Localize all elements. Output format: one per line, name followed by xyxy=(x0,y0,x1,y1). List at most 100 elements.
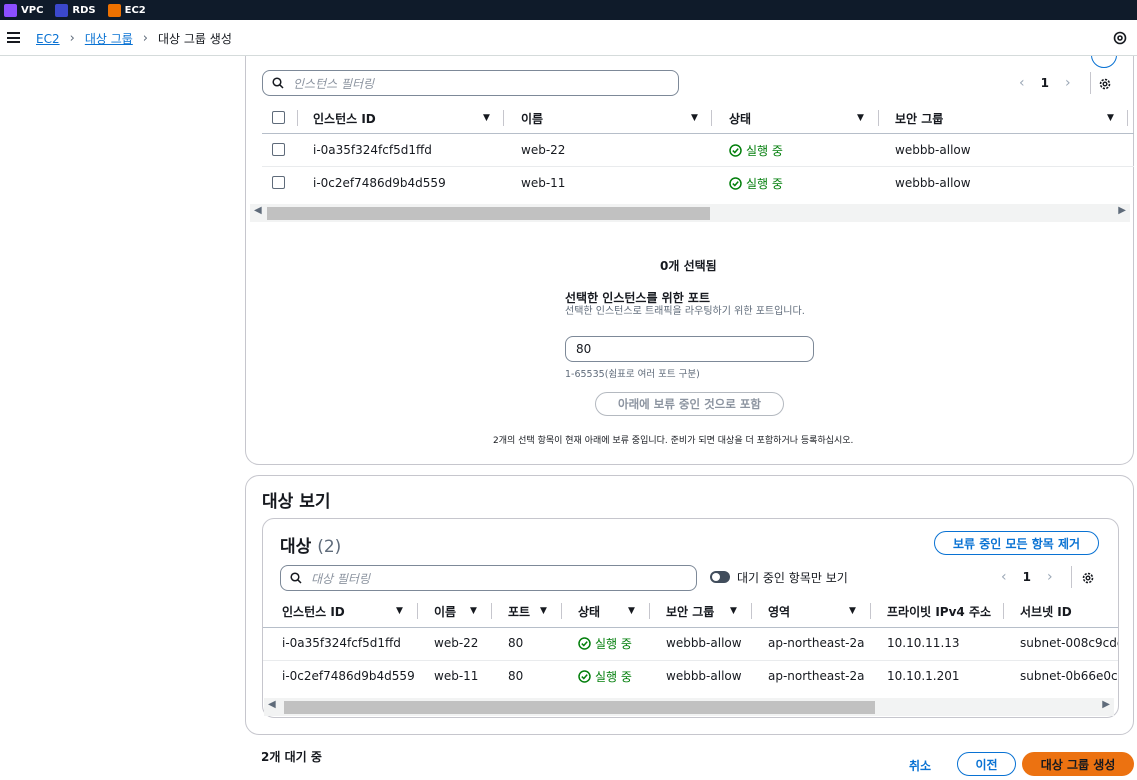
pending-only-toggle[interactable] xyxy=(710,571,730,583)
sort-icon[interactable]: ▼ xyxy=(1107,113,1114,123)
column-header-private-ip[interactable]: 프라이빗 IPv4 주소 xyxy=(887,603,991,620)
target-search-input[interactable]: 대상 필터링 xyxy=(280,565,697,591)
create-target-group-button[interactable]: 대상 그룹 생성 xyxy=(1022,752,1134,776)
column-divider xyxy=(417,603,418,619)
rds-icon xyxy=(55,3,69,17)
check-circle-icon xyxy=(729,144,742,157)
column-divider xyxy=(491,603,492,619)
create-target-group-label: 대상 그룹 생성 xyxy=(1040,757,1116,772)
target-pagination: ‹ 1 › xyxy=(1001,569,1053,585)
target-search-placeholder: 대상 필터링 xyxy=(311,571,371,586)
column-header-security-group[interactable]: 보안 그룹 xyxy=(666,603,714,620)
column-header-zone[interactable]: 영역 xyxy=(768,603,790,620)
column-header-state[interactable]: 상태 xyxy=(729,110,751,127)
scroll-left-icon[interactable]: ◀ xyxy=(254,205,262,216)
breadcrumb-ec2[interactable]: EC2 xyxy=(36,32,60,46)
sort-icon[interactable]: ▼ xyxy=(730,606,737,616)
current-page[interactable]: 1 xyxy=(1023,570,1031,584)
scroll-thumb[interactable] xyxy=(267,207,710,220)
target-state-cell: 실행 중 xyxy=(578,668,632,685)
target-subnet-cell: subnet-008c9cdd xyxy=(1020,636,1118,650)
instance-name-cell: web-22 xyxy=(521,143,566,157)
sort-icon[interactable]: ▼ xyxy=(470,606,477,616)
target-name-cell: web-22 xyxy=(434,636,479,650)
instance-id-cell: i-0a35f324fcf5d1ffd xyxy=(313,143,432,157)
pending-count: 2개 대기 중 xyxy=(261,750,322,764)
column-divider xyxy=(878,110,879,126)
header-divider xyxy=(263,627,1118,628)
prev-page-icon[interactable]: ‹ xyxy=(1001,569,1007,585)
column-header-name[interactable]: 이름 xyxy=(434,603,456,620)
horizontal-scrollbar[interactable]: ◀ ▶ xyxy=(250,204,1130,222)
horizontal-scrollbar[interactable]: ◀ ▶ xyxy=(264,698,1114,716)
include-as-pending-button[interactable]: 아래에 보류 중인 것으로 포함 xyxy=(595,392,784,416)
instance-pagination: ‹ 1 › xyxy=(1019,75,1071,91)
remove-all-pending-button[interactable]: 보류 중인 모든 항목 제거 xyxy=(934,531,1099,555)
target-id-cell: i-0a35f324fcf5d1ffd xyxy=(282,636,401,650)
vpc-label: VPC xyxy=(21,4,44,16)
prev-page-icon[interactable]: ‹ xyxy=(1019,75,1025,91)
selected-count: 0개 선택됨 xyxy=(660,259,717,273)
scroll-thumb[interactable] xyxy=(284,701,875,714)
next-page-icon[interactable]: › xyxy=(1047,569,1053,585)
sort-icon[interactable]: ▼ xyxy=(857,113,864,123)
column-divider xyxy=(1003,603,1004,619)
remove-all-pending-label: 보류 중인 모든 항목 제거 xyxy=(952,536,1081,551)
row-checkbox[interactable] xyxy=(272,143,285,156)
ec2-shortcut[interactable]: EC2 xyxy=(107,3,146,17)
state-label: 실행 중 xyxy=(746,144,783,158)
breadcrumb-target-groups[interactable]: 대상 그룹 xyxy=(85,30,133,47)
instance-search-input[interactable]: 인스턴스 필터링 xyxy=(262,70,679,96)
column-header-port[interactable]: 포트 xyxy=(508,603,530,620)
column-header-state[interactable]: 상태 xyxy=(578,603,600,620)
gear-icon[interactable] xyxy=(1081,571,1095,585)
previous-button[interactable]: 이전 xyxy=(957,752,1016,776)
column-header-security-group[interactable]: 보안 그룹 xyxy=(895,110,943,127)
preferences-icon[interactable] xyxy=(1113,31,1127,45)
divider xyxy=(1090,72,1091,94)
select-all-checkbox[interactable] xyxy=(272,111,285,124)
column-header-instance-id[interactable]: 인스턴스 ID xyxy=(313,110,376,127)
vpc-icon xyxy=(4,3,17,17)
port-value: 80 xyxy=(576,342,592,356)
sort-icon[interactable]: ▼ xyxy=(849,606,856,616)
pending-note: 2개의 선택 항목이 현재 아래에 보류 중입니다. 준비가 되면 대상을 더 … xyxy=(493,436,854,446)
column-header-name[interactable]: 이름 xyxy=(521,110,543,127)
sort-icon[interactable]: ▼ xyxy=(483,113,490,123)
scroll-left-icon[interactable]: ◀ xyxy=(268,699,276,710)
sort-icon[interactable]: ▼ xyxy=(691,113,698,123)
sort-icon[interactable]: ▼ xyxy=(540,606,547,616)
check-circle-icon xyxy=(729,177,742,190)
column-header-subnet-id[interactable]: 서브넷 ID xyxy=(1020,603,1072,620)
column-divider xyxy=(503,110,504,126)
rds-shortcut[interactable]: RDS xyxy=(55,3,96,17)
search-icon xyxy=(290,572,302,584)
previous-label: 이전 xyxy=(975,757,998,772)
port-description: 선택한 인스턴스로 트래픽을 라우팅하기 위한 포트입니다. xyxy=(565,306,805,317)
vpc-shortcut[interactable]: VPC xyxy=(4,3,44,17)
target-zone-cell: ap-northeast-2a xyxy=(768,669,865,683)
sort-icon[interactable]: ▼ xyxy=(396,606,403,616)
row-divider xyxy=(262,166,1134,167)
target-ip-cell: 10.10.11.13 xyxy=(887,636,960,650)
targets-title-text: 대상 xyxy=(280,537,312,557)
menu-icon[interactable] xyxy=(7,32,20,43)
gear-icon[interactable] xyxy=(1098,77,1112,91)
service-shortcut-bar: VPC RDS EC2 xyxy=(0,0,1137,20)
port-input[interactable]: 80 xyxy=(565,336,814,362)
scroll-right-icon[interactable]: ▶ xyxy=(1118,205,1126,216)
breadcrumb-current: 대상 그룹 생성 xyxy=(158,32,232,46)
row-divider xyxy=(263,660,1118,661)
current-page[interactable]: 1 xyxy=(1041,76,1049,90)
target-sg-cell: webbb-allow xyxy=(666,636,742,650)
targets-count: (2) xyxy=(317,537,342,557)
row-checkbox[interactable] xyxy=(272,176,285,189)
next-page-icon[interactable]: › xyxy=(1065,75,1071,91)
scroll-right-icon[interactable]: ▶ xyxy=(1102,699,1110,710)
cancel-button[interactable]: 취소 xyxy=(909,757,931,774)
rds-label: RDS xyxy=(72,4,96,16)
pending-only-label: 대기 중인 항목만 보기 xyxy=(737,571,848,585)
column-header-instance-id[interactable]: 인스턴스 ID xyxy=(282,603,345,620)
column-divider xyxy=(649,603,650,619)
sort-icon[interactable]: ▼ xyxy=(628,606,635,616)
